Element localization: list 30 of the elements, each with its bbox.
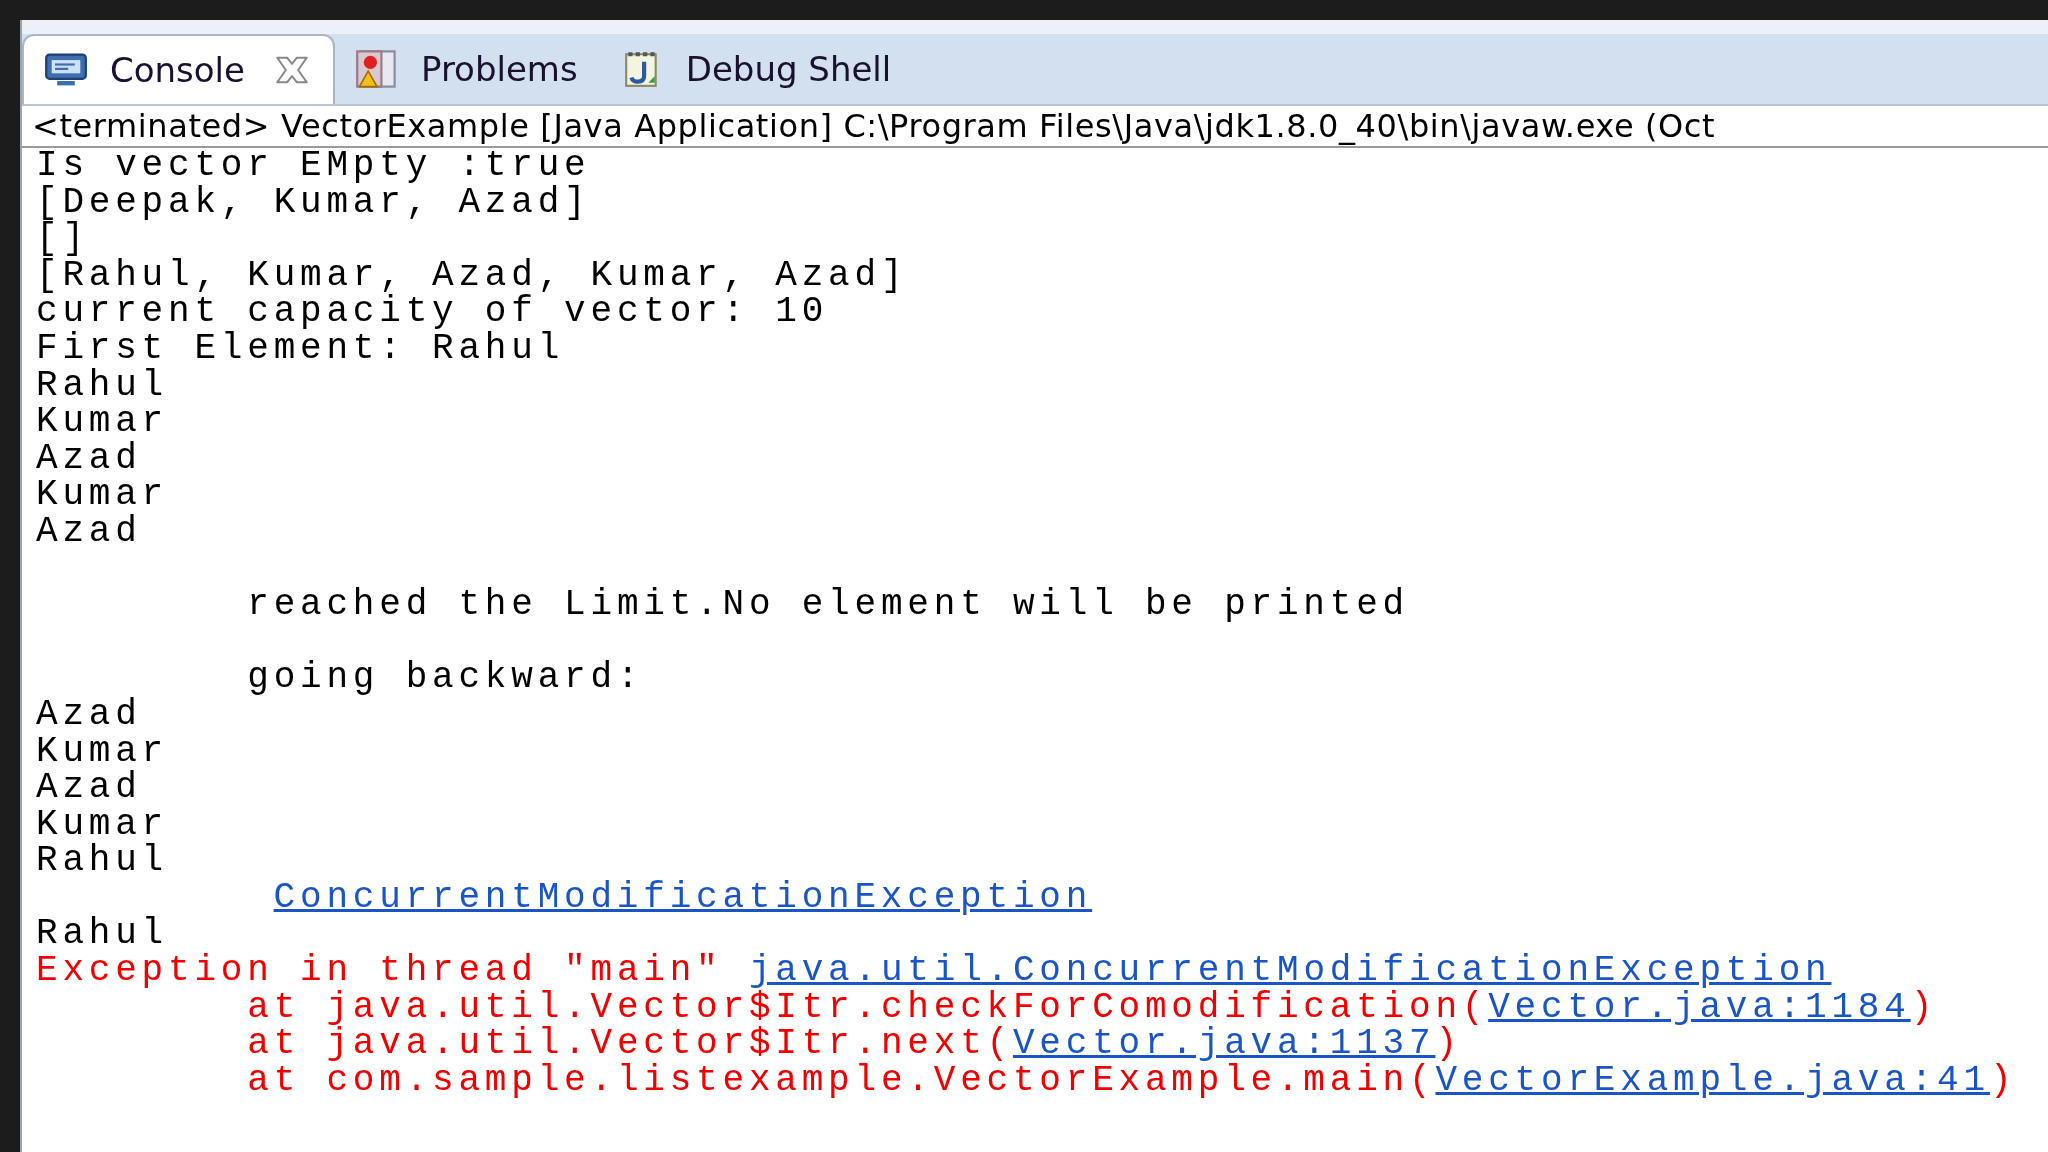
console-line: current capacity of vector: 10 [36,294,829,331]
console-line: Rahul [36,916,169,954]
process-title: <terminated> VectorExample [Java Application] C:\Program Files\Java\jdk1.8.0_40\bin\javaw.exe (Oct [22,106,2048,148]
console-line: Exception in thread "main" java.util.ConcurrentModificationException [36,953,1832,990]
console-line: Rahul [36,367,169,405]
console-line: Azad [36,696,142,734]
console-line: Rahul [36,843,169,880]
console-line: Azad [36,440,142,478]
console-line: First Element: Rahul [36,330,565,368]
view-tab[interactable]: Console [22,34,335,104]
console-line: going backward: [246,660,644,697]
console-line: Kumar [36,733,169,771]
console-line: [] [36,221,89,258]
console-line: at java.util.Vector$Itr.checkForComodification(Vector.java:1184) [247,989,1938,1027]
source-link[interactable]: ConcurrentModificationException [273,876,1093,918]
console-line: Kumar [36,477,169,514]
console-line: [Deepak, Kumar, Azad] [36,184,591,222]
console-line: Is vector EMpty :true [36,148,591,185]
close-icon[interactable] [273,54,311,86]
console-line: reached the Limit.No element will be printed [246,587,1409,624]
console-line: Kumar [36,404,169,441]
view-tab[interactable]: Problems [335,34,600,104]
console-line: at com.sample.listexample.VectorExample.main(VectorExample.java:41) [246,1062,2017,1100]
console-line: at java.util.Vector$Itr.next(Vector.java:1137) [246,1026,1462,1063]
console-line: Azad [36,513,142,551]
problems-icon [355,49,399,89]
view-tab[interactable]: Debug Shell [599,34,914,104]
console-line: [Rahul, Kumar, Azad, Kumar, Azad] [36,257,908,295]
console-line: Azad [36,770,142,807]
console-line: Kumar [36,806,169,844]
